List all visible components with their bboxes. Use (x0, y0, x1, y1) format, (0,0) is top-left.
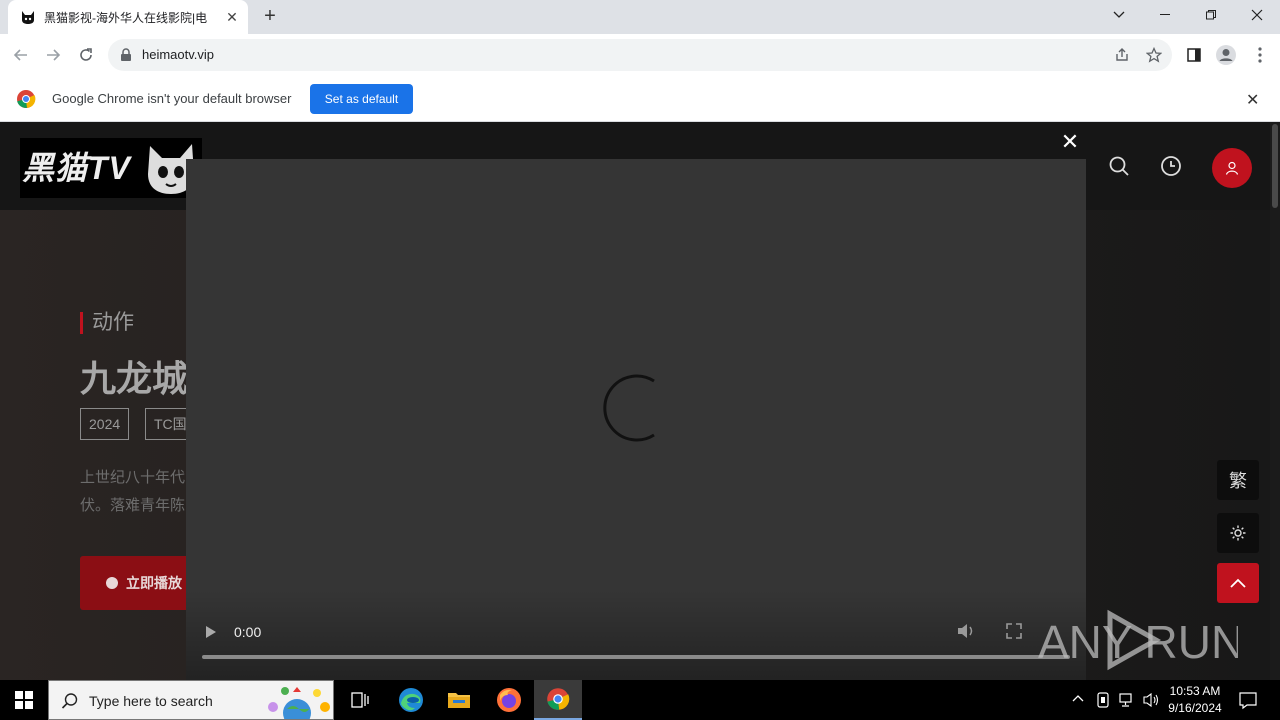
watermark-text: ANY RUN (1038, 616, 1238, 668)
taskbar-search-placeholder: Type here to search (89, 693, 213, 709)
share-icon[interactable] (1109, 42, 1135, 68)
tray-chevron-up-icon[interactable] (1072, 694, 1084, 702)
bookmark-star-icon[interactable] (1141, 42, 1167, 68)
cat-favicon-icon (22, 11, 34, 24)
profile-avatar-icon[interactable] (1213, 42, 1239, 68)
taskbar-search-box[interactable]: Type here to search (48, 680, 334, 720)
loading-spinner-icon (603, 374, 655, 442)
windows-logo-icon (15, 691, 33, 709)
clock-time: 10:53 AM (1169, 684, 1221, 698)
edge-icon (399, 688, 423, 712)
notification-icon[interactable] (1238, 690, 1258, 710)
hero-title: 九龙城 (80, 358, 189, 399)
task-view-icon (351, 692, 369, 708)
year-tag: 2024 (80, 408, 130, 440)
volume-icon[interactable] (956, 622, 976, 640)
video-current-time: 0:00 (234, 624, 262, 640)
folder-icon (448, 693, 470, 708)
hero-description-line: 上世纪八十年代 (80, 469, 186, 486)
scrollbar-thumb[interactable] (1272, 124, 1278, 208)
history-clock-icon[interactable] (1159, 154, 1183, 178)
lock-icon (121, 48, 131, 61)
hero-description-line: 伏。落难青年陈 (80, 497, 186, 514)
play-dot-icon (106, 577, 118, 589)
default-browser-infobar: Google Chrome isn't your default browser… (0, 76, 1280, 122)
hero-genre: 动作 (80, 312, 134, 334)
browser-tab-strip: 黑猫影视-海外华人在线影院|电 ✕ + (0, 0, 1280, 34)
search-icon[interactable] (1107, 154, 1131, 178)
chrome-menu-icon[interactable] (1247, 42, 1273, 68)
video-player-modal[interactable]: 0:00 (186, 159, 1086, 680)
video-progress-bar[interactable] (202, 655, 1070, 659)
browser-toolbar: heimaotv.vip (0, 34, 1280, 76)
task-view-button[interactable] (336, 680, 384, 720)
taskbar-firefox-button[interactable] (485, 680, 533, 720)
back-to-top-button[interactable] (1217, 563, 1259, 603)
address-bar[interactable]: heimaotv.vip (108, 39, 1172, 71)
search-icon (61, 693, 78, 709)
start-button[interactable] (0, 680, 48, 720)
chrome-logo-icon (17, 90, 36, 108)
set-as-default-button[interactable]: Set as default (310, 84, 413, 114)
clock-date: 9/16/2024 (1168, 701, 1222, 715)
video-play-icon[interactable] (204, 624, 218, 640)
new-tab-button[interactable]: + (259, 6, 281, 28)
taskbar-edge-button[interactable] (387, 680, 435, 720)
taskbar-chrome-button[interactable] (534, 680, 582, 720)
web-page: 黑猫TV 动作 九龙城 2024 TC国 上世纪八十年代 伏。落难青年陈 立即播… (0, 122, 1280, 680)
settings-gear-button[interactable] (1217, 513, 1259, 553)
video-controls-bar (186, 590, 1086, 680)
search-highlight-globe-icon (268, 687, 330, 719)
chrome-logo-icon (547, 688, 570, 710)
fullscreen-icon[interactable] (1005, 622, 1023, 640)
taskbar-file-explorer-button[interactable] (435, 680, 483, 720)
minimize-button[interactable] (1142, 0, 1188, 30)
forward-button[interactable] (40, 42, 66, 68)
chevron-up-icon (1230, 578, 1246, 588)
modal-close-icon[interactable]: ✕ (1059, 131, 1081, 153)
back-button[interactable] (8, 42, 34, 68)
infobar-close-icon[interactable]: ✕ (1246, 90, 1259, 110)
tray-device-icon[interactable] (1096, 692, 1110, 708)
browser-tab[interactable]: 黑猫影视-海外华人在线影院|电 ✕ (8, 0, 248, 34)
firefox-icon (497, 688, 521, 712)
logo-text: 黑猫TV (22, 150, 131, 186)
windows-taskbar: Type here to search 10:53 AM 9/16/2024 (0, 680, 1280, 720)
site-logo[interactable]: 黑猫TV (20, 138, 202, 198)
system-clock[interactable]: 10:53 AM 9/16/2024 (1164, 683, 1226, 717)
url-text: heimaotv.vip (142, 47, 215, 62)
volume-icon[interactable] (1142, 692, 1160, 708)
page-scrollbar[interactable] (1270, 122, 1280, 680)
user-icon (1225, 161, 1239, 175)
tab-search-chevron-icon[interactable] (1096, 0, 1142, 30)
tab-close-icon[interactable]: ✕ (224, 9, 240, 26)
tab-title: 黑猫影视-海外华人在线影院|电 (44, 10, 208, 25)
reload-button[interactable] (73, 42, 99, 68)
traditional-chinese-button[interactable]: 繁 (1217, 460, 1259, 500)
infobar-message: Google Chrome isn't your default browser (52, 91, 292, 106)
window-close-button[interactable] (1234, 0, 1280, 30)
side-panel-icon[interactable] (1181, 42, 1207, 68)
network-icon[interactable] (1118, 692, 1136, 708)
restore-button[interactable] (1188, 0, 1234, 30)
user-account-button[interactable] (1212, 148, 1252, 188)
gear-icon (1230, 525, 1246, 541)
anyrun-logo-icon: ANY RUN (1038, 609, 1244, 671)
anyrun-watermark: ANY RUN (1038, 608, 1244, 672)
